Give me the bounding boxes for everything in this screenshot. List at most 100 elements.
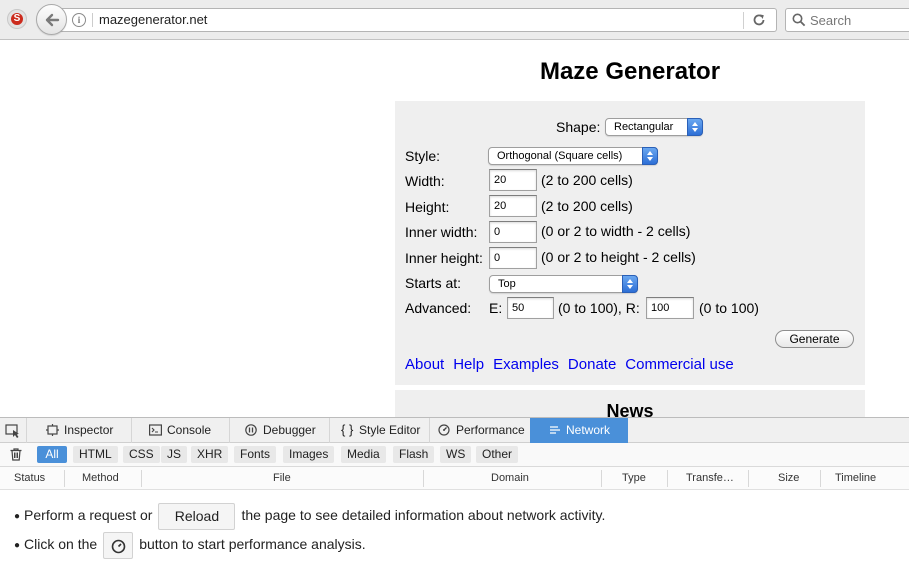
r-hint: (0 to 100) [699, 300, 759, 316]
devtools-tab-bar: Inspector Console Debugger { } Style Edi… [0, 417, 909, 443]
page-title: Maze Generator [539, 58, 721, 85]
debugger-icon [245, 424, 258, 436]
notice-line-reload: ● Perform a request or Reload the page to s… [14, 503, 605, 530]
starts-at-select[interactable]: Top [489, 275, 638, 293]
inner-width-label: Inner width: [405, 224, 478, 240]
stopwatch-icon [111, 539, 126, 554]
bullet: ● [14, 540, 21, 552]
reload-button[interactable]: Reload [158, 503, 236, 530]
select-arrows-icon [642, 147, 658, 165]
shape-select-value: Rectangular [614, 121, 674, 133]
notice-line-performance-prefix: Click on the [24, 536, 98, 553]
tab-divider [131, 418, 132, 443]
starts-at-label: Starts at: [405, 275, 462, 291]
style-select-value: Orthogonal (Square cells) [497, 150, 623, 162]
tab-inspector[interactable]: Inspector [46, 418, 126, 443]
style-select[interactable]: Orthogonal (Square cells) [488, 147, 658, 165]
inner-width-hint: (0 or 2 to width - 2 cells) [541, 223, 691, 239]
tab-network[interactable]: Network [530, 418, 628, 443]
tab-console[interactable]: Console [149, 418, 224, 443]
shape-label: Shape: [556, 119, 601, 135]
shape-select[interactable]: Rectangular [605, 118, 703, 136]
column-size[interactable]: Size [778, 467, 799, 490]
column-divider [820, 470, 821, 487]
back-button[interactable] [36, 4, 67, 35]
tab-divider [26, 418, 27, 443]
generate-button[interactable]: Generate [775, 330, 854, 348]
filter-html[interactable]: HTML [73, 446, 118, 463]
tab-debugger[interactable]: Debugger [245, 418, 325, 443]
help-link[interactable]: Help [453, 356, 484, 373]
height-hint: (2 to 200 cells) [541, 198, 633, 214]
url-divider [92, 13, 93, 27]
column-divider [667, 470, 668, 487]
width-label: Width: [405, 173, 445, 189]
maze-options-form: Shape: Rectangular Style: Orthogonal (Sq… [395, 101, 865, 385]
width-hint: (2 to 200 cells) [541, 172, 633, 188]
network-empty-notice: ● Perform a request or Reload the page to s… [0, 490, 909, 580]
filter-flash[interactable]: Flash [393, 446, 435, 463]
filter-xhr[interactable]: XHR [191, 446, 229, 463]
search-input[interactable] [810, 11, 909, 29]
browser-toolbar: S i mazegenerator.net [0, 0, 909, 40]
web-page: Maze Generator Shape: Rectangular Style:… [0, 41, 909, 417]
filter-ws[interactable]: WS [440, 446, 472, 463]
column-transferred[interactable]: Transfe… [686, 467, 734, 490]
commercial-use-link[interactable]: Commercial use [625, 356, 733, 373]
column-divider [423, 470, 424, 487]
select-arrows-icon [687, 118, 703, 136]
inner-height-label: Inner height: [405, 250, 483, 266]
app-logo-icon[interactable]: S [7, 9, 27, 29]
column-file[interactable]: File [273, 467, 291, 490]
filter-css[interactable]: CSS [123, 446, 160, 463]
style-editor-icon: { } [341, 422, 354, 437]
filter-fonts[interactable]: Fonts [234, 446, 277, 463]
width-input[interactable] [489, 169, 537, 191]
tab-divider [329, 418, 330, 443]
filter-other[interactable]: Other [476, 446, 519, 463]
search-bar[interactable] [785, 8, 909, 32]
performance-analysis-button[interactable] [103, 532, 134, 559]
column-domain[interactable]: Domain [491, 467, 529, 490]
column-divider [601, 470, 602, 487]
column-type[interactable]: Type [622, 467, 646, 490]
e-input[interactable] [507, 297, 554, 319]
about-link[interactable]: About [405, 356, 444, 373]
column-method[interactable]: Method [82, 467, 119, 490]
e-label: E: [489, 300, 503, 316]
e-hint: (0 to 100), R: [558, 300, 640, 316]
tab-console-label: Console [167, 423, 212, 437]
reload-divider [743, 12, 744, 29]
filter-all[interactable]: All [37, 446, 67, 463]
search-icon [792, 13, 806, 27]
tab-performance-label: Performance [456, 423, 525, 437]
filter-js[interactable]: JS [161, 446, 188, 463]
tab-performance[interactable]: Performance [438, 418, 528, 443]
inner-height-input[interactable] [489, 247, 537, 269]
info-icon[interactable]: i [72, 13, 86, 27]
r-input[interactable] [646, 297, 694, 319]
notice-line-performance-suffix: button to start performance analysis. [139, 536, 366, 553]
inner-width-input[interactable] [489, 221, 537, 243]
news-title: News [606, 401, 654, 417]
url-text[interactable]: mazegenerator.net [99, 12, 207, 27]
tab-style-editor[interactable]: { } Style Editor [341, 418, 426, 443]
tab-divider [229, 418, 230, 443]
reload-icon[interactable] [752, 13, 766, 27]
element-picker-icon[interactable] [5, 424, 21, 438]
filter-media[interactable]: Media [341, 446, 386, 463]
column-timeline[interactable]: Timeline [835, 467, 876, 490]
donate-link[interactable]: Donate [568, 356, 616, 373]
url-bar[interactable]: i mazegenerator.net [60, 8, 777, 32]
console-icon [149, 424, 162, 436]
tab-network-label: Network [566, 423, 611, 437]
filter-images[interactable]: Images [283, 446, 335, 463]
height-input[interactable] [489, 195, 537, 217]
trash-icon[interactable] [10, 448, 22, 461]
tab-debugger-label: Debugger [263, 423, 316, 437]
network-icon [549, 424, 561, 436]
examples-link[interactable]: Examples [493, 356, 559, 373]
back-arrow-icon [45, 13, 60, 27]
advanced-label: Advanced: [405, 300, 472, 316]
column-status[interactable]: Status [14, 467, 45, 490]
